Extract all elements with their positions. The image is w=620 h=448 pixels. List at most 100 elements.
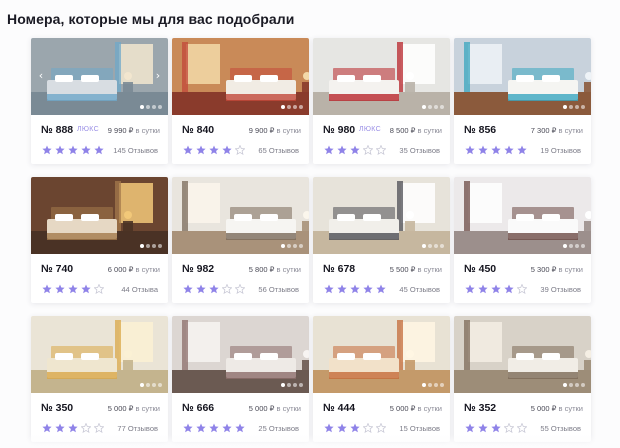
carousel-dot[interactable] (281, 383, 285, 387)
reviews-count[interactable]: 39 Отзывов (540, 285, 581, 294)
star-filled-icon (465, 145, 475, 155)
room-card[interactable]: ‹ › № 888 ЛЮКС 9 990 ₽ в сутки 145 Отзывов (31, 38, 168, 164)
room-photo[interactable] (172, 316, 309, 393)
carousel-dot[interactable] (569, 105, 573, 109)
carousel-dot[interactable] (287, 105, 291, 109)
star-filled-icon (324, 284, 334, 294)
room-card[interactable]: № 450 5 300 ₽ в сутки 39 Отзывов (454, 177, 591, 303)
reviews-count[interactable]: 55 Отзывов (540, 424, 581, 433)
star-filled-icon (465, 423, 475, 433)
room-photo[interactable] (454, 177, 591, 254)
price-period: в сутки (417, 404, 442, 413)
reviews-count[interactable]: 19 Отзывов (540, 146, 581, 155)
carousel-dot[interactable] (422, 244, 426, 248)
carousel-dot[interactable] (299, 383, 303, 387)
room-photo[interactable] (313, 177, 450, 254)
rating-stars (42, 423, 104, 433)
room-photo[interactable] (313, 316, 450, 393)
reviews-count[interactable]: 56 Отзывов (258, 285, 299, 294)
room-card[interactable]: № 444 5 000 ₽ в сутки 15 Отзывов (313, 316, 450, 442)
chevron-left-icon[interactable]: ‹ (36, 69, 46, 83)
carousel-dot[interactable] (281, 105, 285, 109)
star-filled-icon (350, 423, 360, 433)
carousel-dot[interactable] (422, 105, 426, 109)
room-card[interactable]: № 350 5 000 ₽ в сутки 77 Отзывов (31, 316, 168, 442)
room-card[interactable]: № 666 5 000 ₽ в сутки 25 Отзывов (172, 316, 309, 442)
carousel-dot[interactable] (158, 105, 162, 109)
rating-stars (324, 145, 386, 155)
carousel-dot[interactable] (563, 383, 567, 387)
carousel-dot[interactable] (152, 244, 156, 248)
reviews-count[interactable]: 145 Отзывов (113, 146, 158, 155)
carousel-dot[interactable] (434, 244, 438, 248)
carousel-dot[interactable] (158, 383, 162, 387)
carousel-dot[interactable] (569, 383, 573, 387)
room-photo[interactable] (172, 38, 309, 115)
room-card[interactable]: № 678 5 500 ₽ в сутки 45 Отзывов (313, 177, 450, 303)
carousel-dot[interactable] (581, 383, 585, 387)
reviews-count[interactable]: 77 Отзывов (117, 424, 158, 433)
room-photo[interactable] (172, 177, 309, 254)
room-card[interactable]: № 740 6 000 ₽ в сутки 44 Отзыва (31, 177, 168, 303)
room-photo[interactable] (454, 38, 591, 115)
star-filled-icon (337, 145, 347, 155)
carousel-dot[interactable] (152, 105, 156, 109)
carousel-dot[interactable] (440, 105, 444, 109)
chevron-right-icon[interactable]: › (153, 69, 163, 83)
carousel-dot[interactable] (428, 105, 432, 109)
room-card[interactable]: № 840 9 900 ₽ в сутки 65 Отзывов (172, 38, 309, 164)
room-card[interactable]: № 982 5 800 ₽ в сутки 56 Отзывов (172, 177, 309, 303)
carousel-dot[interactable] (428, 244, 432, 248)
carousel-dot[interactable] (581, 105, 585, 109)
carousel-dot[interactable] (299, 244, 303, 248)
star-filled-icon (55, 423, 65, 433)
reviews-count[interactable]: 44 Отзыва (121, 285, 158, 294)
reviews-count[interactable]: 15 Отзывов (399, 424, 440, 433)
carousel-dot[interactable] (434, 383, 438, 387)
carousel-dot[interactable] (281, 244, 285, 248)
room-photo[interactable] (31, 177, 168, 254)
carousel-dot[interactable] (569, 244, 573, 248)
carousel-dot[interactable] (158, 244, 162, 248)
carousel-dot[interactable] (152, 383, 156, 387)
reviews-count[interactable]: 65 Отзывов (258, 146, 299, 155)
carousel-dot[interactable] (575, 383, 579, 387)
carousel-dot[interactable] (440, 244, 444, 248)
carousel-dot[interactable] (563, 105, 567, 109)
carousel-dot[interactable] (287, 383, 291, 387)
room-class-badge: ЛЮКС (77, 126, 99, 133)
room-photo[interactable] (454, 316, 591, 393)
room-card[interactable]: № 352 5 000 ₽ в сутки 55 Отзывов (454, 316, 591, 442)
carousel-dot[interactable] (140, 244, 144, 248)
price-value: 9 900 ₽ (248, 126, 275, 135)
carousel-dot[interactable] (293, 383, 297, 387)
reviews-count[interactable]: 45 Отзывов (399, 285, 440, 294)
carousel-dot[interactable] (440, 383, 444, 387)
room-card[interactable]: № 856 7 300 ₽ в сутки 19 Отзывов (454, 38, 591, 164)
carousel-dot[interactable] (575, 244, 579, 248)
carousel-dot[interactable] (581, 244, 585, 248)
carousel-dot[interactable] (293, 105, 297, 109)
star-empty-icon (376, 423, 386, 433)
room-card[interactable]: № 980 ЛЮКС 8 500 ₽ в сутки 35 Отзывов (313, 38, 450, 164)
star-filled-icon (68, 284, 78, 294)
reviews-count[interactable]: 25 Отзывов (258, 424, 299, 433)
carousel-dot[interactable] (287, 244, 291, 248)
carousel-dot[interactable] (299, 105, 303, 109)
carousel-dot[interactable] (422, 383, 426, 387)
carousel-dot[interactable] (146, 244, 150, 248)
room-photo[interactable]: ‹ › (31, 38, 168, 115)
carousel-dot[interactable] (146, 105, 150, 109)
carousel-dot[interactable] (434, 105, 438, 109)
room-photo[interactable] (313, 38, 450, 115)
carousel-dot[interactable] (146, 383, 150, 387)
carousel-dot[interactable] (575, 105, 579, 109)
carousel-dot[interactable] (293, 244, 297, 248)
carousel-dot[interactable] (140, 105, 144, 109)
reviews-count[interactable]: 35 Отзывов (399, 146, 440, 155)
carousel-dot[interactable] (428, 383, 432, 387)
carousel-dot[interactable] (563, 244, 567, 248)
carousel-dot[interactable] (140, 383, 144, 387)
room-photo[interactable] (31, 316, 168, 393)
rating-stars (465, 423, 527, 433)
